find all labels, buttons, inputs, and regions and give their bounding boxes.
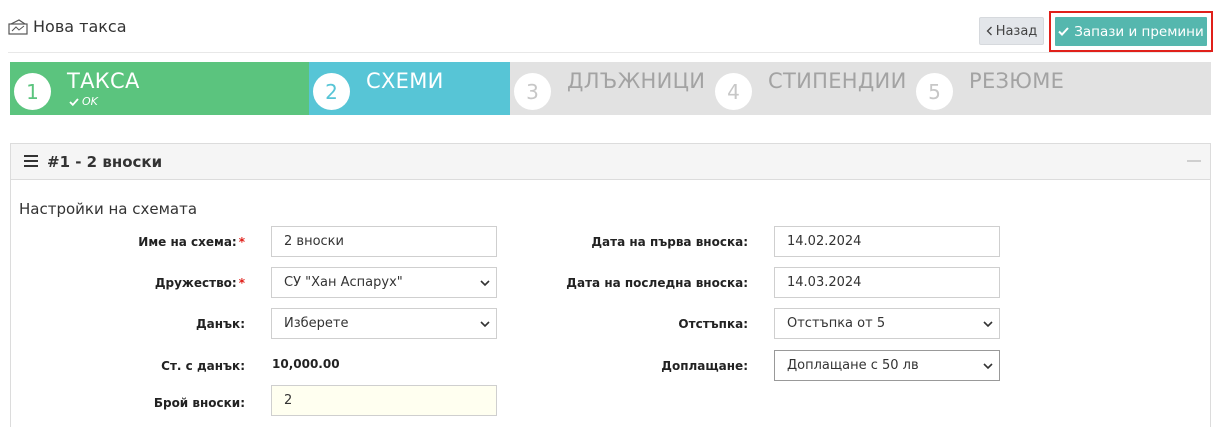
back-button-label: Назад bbox=[995, 23, 1038, 39]
surcharge-label: Доплащане: bbox=[661, 359, 748, 373]
save-and-continue-button[interactable]: Запази и премини bbox=[1055, 17, 1207, 46]
panel-title: #1 - 2 вноски bbox=[47, 153, 163, 171]
panel-header[interactable]: #1 - 2 вноски bbox=[11, 144, 1210, 180]
surcharge-value: Доплащане с 50 лв bbox=[787, 358, 919, 373]
page-header: Нова такса Назад Запази и премини bbox=[0, 0, 1223, 56]
step-summary[interactable]: 5 РЕЗЮМЕ bbox=[912, 62, 1211, 115]
discount-select[interactable]: Отстъпка от 5 bbox=[774, 308, 1000, 339]
step-status: OK bbox=[69, 95, 98, 108]
step-label: ДЛЪЖНИЦИ bbox=[567, 69, 706, 93]
save-button-label: Запази и премини bbox=[1074, 23, 1204, 40]
tax-label: Данък: bbox=[195, 317, 245, 331]
chevron-down-icon bbox=[983, 321, 993, 328]
step-label: СХЕМИ bbox=[366, 69, 444, 93]
scheme-name-label: Име на схема: * bbox=[138, 235, 245, 249]
tax-value: Изберете bbox=[284, 316, 349, 331]
step-status-text: OK bbox=[82, 95, 98, 108]
hamburger-icon bbox=[24, 155, 38, 167]
check-icon bbox=[69, 97, 79, 106]
tax-select[interactable]: Изберете bbox=[271, 308, 497, 339]
step-scholarships[interactable]: 4 СТИПЕНДИИ bbox=[711, 62, 912, 115]
step-number: 4 bbox=[715, 73, 752, 110]
scheme-name-input[interactable]: 2 вноски bbox=[271, 226, 497, 257]
company-value: СУ "Хан Аспарух" bbox=[284, 275, 403, 290]
page-title-text: Нова такса bbox=[33, 17, 127, 36]
check-icon bbox=[1058, 27, 1069, 36]
last-date-input[interactable]: 14.03.2024 bbox=[774, 267, 1000, 298]
installments-input[interactable]: 2 bbox=[271, 385, 497, 416]
price-with-tax-label: Ст. с данък: bbox=[161, 359, 245, 373]
company-label: Дружество: * bbox=[155, 276, 245, 290]
required-marker: * bbox=[238, 276, 245, 290]
step-number: 3 bbox=[514, 73, 551, 110]
chevron-left-icon bbox=[986, 26, 992, 36]
scheme-name-value: 2 вноски bbox=[284, 234, 344, 249]
scheme-name-label-text: Име на схема: bbox=[138, 235, 237, 249]
section-title: Настройки на схемата bbox=[19, 200, 198, 218]
first-date-input[interactable]: 14.02.2024 bbox=[774, 226, 1000, 257]
save-button-highlight: Запази и премини bbox=[1049, 11, 1213, 52]
installments-value: 2 bbox=[284, 393, 293, 408]
step-schemes[interactable]: 2 СХЕМИ bbox=[309, 62, 510, 115]
discount-value: Отстъпка от 5 bbox=[787, 316, 886, 331]
required-marker: * bbox=[238, 235, 245, 249]
chevron-down-icon bbox=[480, 280, 490, 287]
chevron-down-icon bbox=[983, 363, 993, 370]
scheme-panel: #1 - 2 вноски Настройки на схемата Име н… bbox=[10, 143, 1211, 427]
discount-label: Отстъпка: bbox=[678, 317, 748, 331]
last-date-value: 14.03.2024 bbox=[787, 275, 862, 290]
first-date-label: Дата на първа вноска: bbox=[591, 235, 748, 249]
step-fee[interactable]: 1 ТАКСА OK bbox=[10, 62, 309, 115]
last-date-label: Дата на последна вноска: bbox=[566, 276, 748, 290]
company-label-text: Дружество: bbox=[154, 276, 237, 290]
step-label: РЕЗЮМЕ bbox=[969, 69, 1065, 93]
step-label: СТИПЕНДИИ bbox=[768, 69, 907, 93]
surcharge-select[interactable]: Доплащане с 50 лв bbox=[774, 350, 1000, 381]
first-date-value: 14.02.2024 bbox=[787, 234, 862, 249]
page-title: Нова такса bbox=[8, 17, 127, 36]
price-with-tax-value: 10,000.00 bbox=[272, 357, 340, 371]
step-label: ТАКСА bbox=[67, 69, 140, 93]
fee-ticket-icon bbox=[8, 18, 28, 35]
header-divider bbox=[8, 52, 1211, 53]
step-number: 2 bbox=[313, 73, 350, 110]
wizard-steps: 1 ТАКСА OK 2 СХЕМИ 3 ДЛЪЖНИЦИ 4 СТИПЕНДИ… bbox=[10, 62, 1211, 115]
step-number: 1 bbox=[14, 73, 51, 110]
company-select[interactable]: СУ "Хан Аспарух" bbox=[271, 267, 497, 298]
chevron-down-icon bbox=[480, 321, 490, 328]
step-debtors[interactable]: 3 ДЛЪЖНИЦИ bbox=[510, 62, 711, 115]
back-button[interactable]: Назад bbox=[979, 17, 1044, 45]
installments-label: Брой вноски: bbox=[153, 396, 245, 410]
step-number: 5 bbox=[916, 73, 953, 110]
collapse-icon[interactable] bbox=[1187, 160, 1201, 162]
